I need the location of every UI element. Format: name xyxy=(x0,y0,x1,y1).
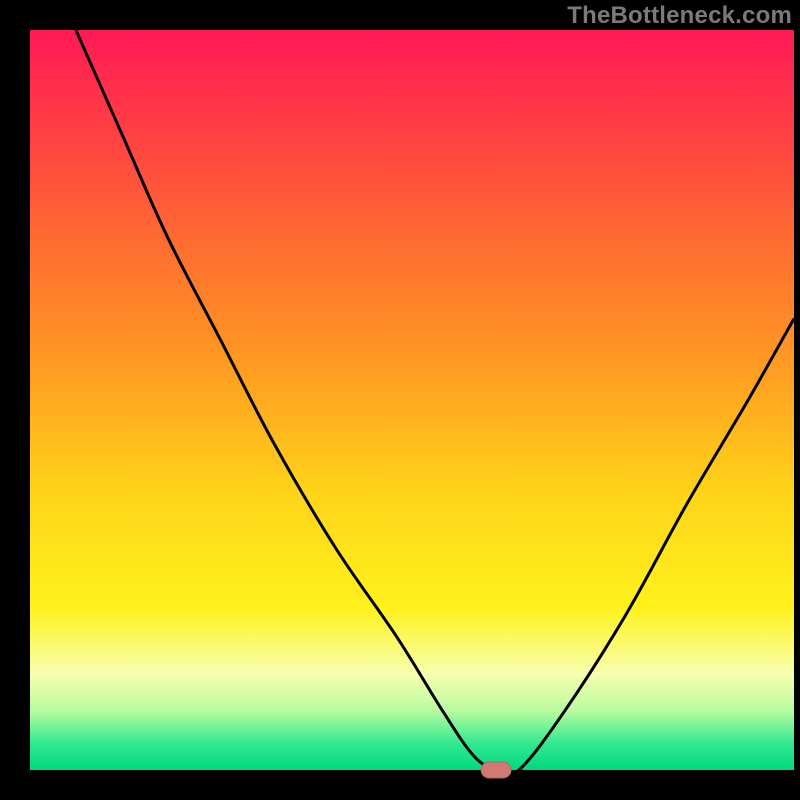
bottleneck-chart xyxy=(0,0,800,800)
optimal-point-marker xyxy=(481,762,511,778)
watermark-label: TheBottleneck.com xyxy=(567,2,792,30)
